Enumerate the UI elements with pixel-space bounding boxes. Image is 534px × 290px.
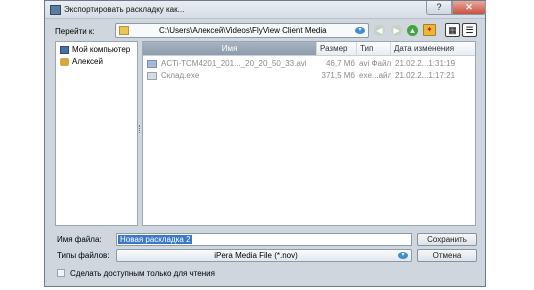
readonly-label: Сделать доступным только для чтения <box>70 269 215 278</box>
tree-item-label: Алексей <box>72 57 103 66</box>
column-header-size[interactable]: Размер <box>317 42 357 55</box>
view-icons-button[interactable]: ▦ <box>445 23 460 37</box>
file-date: 21.02.2...1:31:19 <box>395 59 456 68</box>
up-folder-icon[interactable]: ▲ <box>407 25 418 36</box>
file-list: Имя Размер Тип Дата изменения ACTi-TCM42… <box>142 41 476 226</box>
file-size: 46,7 Мб <box>325 59 355 68</box>
file-name: ACTi-TCM4201_201..._20_20_50_33.avi <box>161 59 307 68</box>
filetype-value: iPera Media File (*.nov) <box>214 251 298 260</box>
filename-input[interactable]: Новая раскладка 2 <box>116 233 412 246</box>
video-file-icon <box>147 60 157 68</box>
goto-label: Перейти к: <box>55 27 95 36</box>
new-folder-icon[interactable]: ✦ <box>423 24 436 36</box>
app-icon <box>50 5 61 15</box>
forward-icon[interactable]: ▶ <box>391 25 402 36</box>
readonly-checkbox[interactable] <box>57 269 65 277</box>
filename-label: Имя файла: <box>57 235 102 244</box>
filetype-label: Типы файлов: <box>57 251 110 260</box>
export-layout-dialog: Экспортировать раскладку как... ? ✕ Пере… <box>44 0 486 287</box>
tree-item-label: Мой компьютер <box>72 45 131 54</box>
window-title: Экспортировать раскладку как... <box>64 5 185 14</box>
file-row[interactable]: ACTi-TCM4201_201..._20_20_50_33.avi 46,7… <box>143 59 475 70</box>
save-button[interactable]: Сохранить <box>417 233 477 246</box>
help-button[interactable]: ? <box>426 1 452 15</box>
title-bar: Экспортировать раскладку как... ? ✕ <box>45 1 486 19</box>
file-name: Склад.exe <box>161 71 200 80</box>
tree-item-user[interactable]: Алексей <box>60 57 103 68</box>
column-header-type[interactable]: Тип <box>357 42 391 55</box>
chevron-down-icon[interactable]: ▾ <box>398 252 408 259</box>
file-list-header: Имя Размер Тип Дата изменения <box>143 42 475 56</box>
filename-value: Новая раскладка 2 <box>118 235 193 244</box>
tree-item-computer[interactable]: Мой компьютер <box>60 45 130 56</box>
column-header-name[interactable]: Имя <box>143 42 317 55</box>
file-size: 371,5 Мб <box>321 71 356 80</box>
path-combobox[interactable]: C:\Users\Алексей\Videos\FlyView Client M… <box>115 23 369 38</box>
user-folder-icon <box>60 57 69 66</box>
column-header-date[interactable]: Дата изменения <box>391 42 477 55</box>
exe-file-icon <box>147 72 157 80</box>
back-icon[interactable]: ◀ <box>374 25 385 36</box>
file-type: avi Файл <box>359 59 391 68</box>
view-details-button[interactable]: ☰ <box>462 23 477 37</box>
chevron-down-icon[interactable]: ▾ <box>355 27 365 34</box>
cancel-button[interactable]: Отмена <box>417 249 477 262</box>
computer-icon <box>60 45 69 54</box>
close-button[interactable]: ✕ <box>452 1 486 15</box>
path-value: C:\Users\Алексей\Videos\FlyView Client M… <box>159 26 327 35</box>
file-date: 21.02.2...1:17:21 <box>395 71 456 80</box>
file-type: exe...айл <box>359 71 391 80</box>
file-row[interactable]: Склад.exe 371,5 Мб exe...айл 21.02.2...1… <box>143 71 475 82</box>
folder-tree: Мой компьютер Алексей <box>55 41 138 226</box>
filetype-combobox[interactable]: iPera Media File (*.nov) ▾ <box>116 249 412 262</box>
folder-icon <box>119 26 129 35</box>
